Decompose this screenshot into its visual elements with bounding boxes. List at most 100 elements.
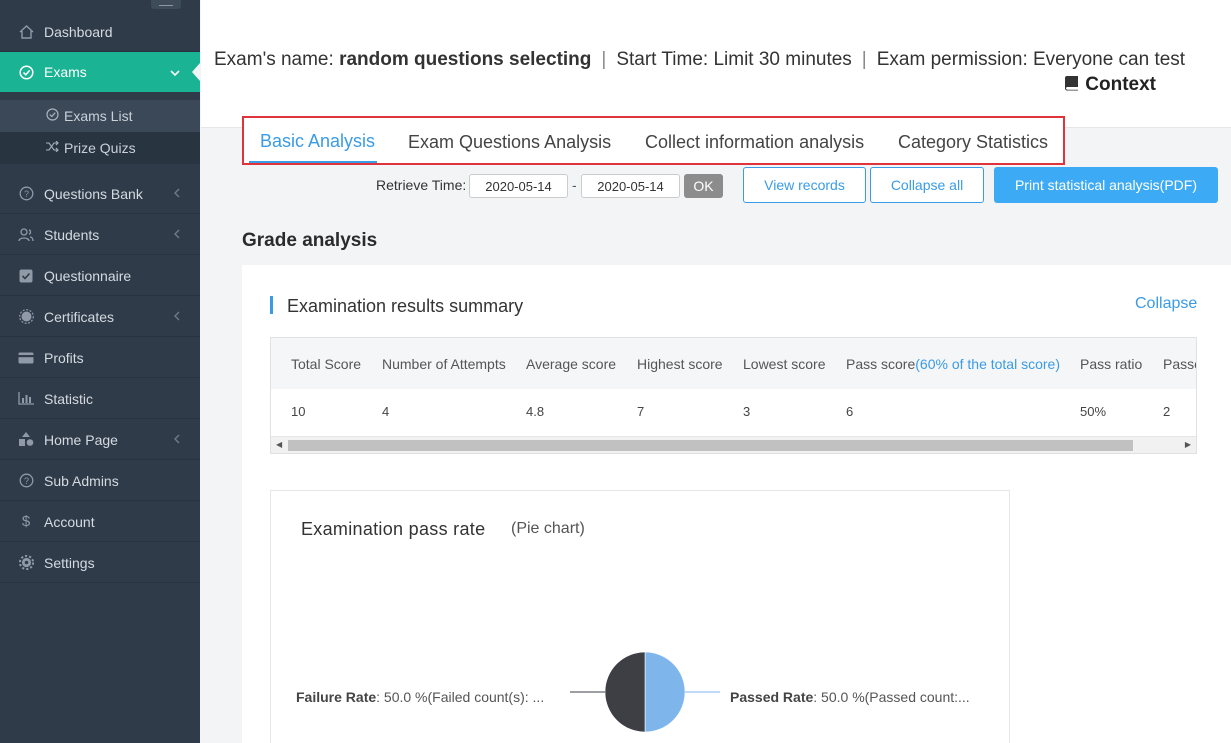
sidebar-toggle-button[interactable] bbox=[151, 0, 181, 9]
exam-start-time: Start Time: Limit 30 minutes bbox=[616, 49, 852, 70]
grade-analysis-title: Grade analysis bbox=[242, 230, 378, 251]
collapse-link[interactable]: Collapse bbox=[1135, 295, 1197, 313]
start-date-input[interactable]: 2020-05-14 bbox=[469, 174, 568, 198]
credit-card-icon bbox=[18, 350, 34, 366]
chevron-left-icon bbox=[173, 227, 180, 242]
separator: | bbox=[861, 49, 867, 70]
users-icon bbox=[18, 227, 34, 243]
sidebar-subitem-exams-list[interactable]: Exams List bbox=[0, 100, 200, 132]
table-cell: 10 bbox=[291, 404, 306, 419]
pass-rate-pie-chart bbox=[570, 651, 720, 733]
analysis-tabs: Basic Analysis Exam Questions Analysis C… bbox=[242, 116, 1065, 165]
dollar-icon: $ bbox=[21, 513, 31, 530]
checkbox-icon bbox=[18, 268, 34, 284]
tab-exam-questions-analysis[interactable]: Exam Questions Analysis bbox=[408, 132, 611, 153]
col-total-score: Total Score bbox=[291, 356, 362, 372]
sidebar-item-profits[interactable]: Profits bbox=[0, 338, 200, 378]
book-icon bbox=[1064, 75, 1079, 96]
sidebar-item-home-page[interactable]: Home Page bbox=[0, 420, 200, 460]
sidebar-subitem-label: Prize Quizs bbox=[64, 140, 136, 156]
sidebar-item-settings[interactable]: Settings bbox=[0, 543, 200, 583]
exam-info: Exam's name: random questions selecting |… bbox=[214, 46, 1189, 74]
col-number-of-attempts: Number of Attempts bbox=[382, 356, 506, 372]
retrieve-time-label: Retrieve Time: bbox=[376, 177, 467, 193]
sidebar-item-label: Certificates bbox=[44, 308, 115, 325]
ok-button[interactable]: OK bbox=[684, 174, 723, 198]
chevron-left-icon bbox=[173, 186, 180, 201]
col-lowest-score: Lowest score bbox=[743, 356, 826, 372]
pie-slice-passed[interactable] bbox=[644, 651, 686, 733]
exam-header: Exam's name: random questions selecting |… bbox=[201, 0, 1231, 128]
sidebar-item-label: Dashboard bbox=[44, 23, 113, 40]
tab-category-statistics[interactable]: Category Statistics bbox=[898, 132, 1048, 153]
table-cell: 7 bbox=[637, 404, 645, 419]
tab-collect-information-analysis[interactable]: Collect information analysis bbox=[645, 132, 864, 153]
date-range-dash: - bbox=[572, 177, 577, 193]
active-tab-indicator bbox=[249, 161, 377, 163]
pie-slice-failed[interactable] bbox=[604, 651, 646, 733]
scroll-right-icon[interactable]: ▶ bbox=[1185, 440, 1191, 449]
context-label: Context bbox=[1085, 74, 1156, 95]
results-summary-title: Examination results summary bbox=[287, 296, 524, 316]
shapes-icon bbox=[18, 432, 34, 448]
table-cell: 4 bbox=[382, 404, 390, 419]
end-date-input[interactable]: 2020-05-14 bbox=[581, 174, 680, 198]
sidebar-item-students[interactable]: Students bbox=[0, 215, 200, 255]
failure-rate-value: : 50.0 %(Failed count(s): ... bbox=[376, 689, 545, 705]
question-circle-icon: ? bbox=[18, 473, 34, 489]
tab-basic-analysis[interactable]: Basic Analysis bbox=[260, 131, 375, 152]
collapse-all-button[interactable]: Collapse all bbox=[870, 167, 984, 203]
sidebar-item-label: Questionnaire bbox=[44, 267, 132, 284]
sidebar-item-statistic[interactable]: Statistic bbox=[0, 379, 200, 419]
scrollbar-thumb[interactable] bbox=[288, 440, 1133, 451]
failure-rate-key: Failure Rate bbox=[296, 689, 377, 705]
passed-rate-label: Passed Rate: 50.0 %(Passed count:... bbox=[730, 689, 970, 705]
chevron-left-icon bbox=[173, 309, 180, 324]
check-circle-icon bbox=[45, 108, 59, 124]
section-accent-bar bbox=[270, 296, 273, 314]
svg-text:?: ? bbox=[23, 189, 28, 199]
separator: | bbox=[601, 49, 607, 70]
pass-score-label: Pass score bbox=[846, 356, 916, 372]
sidebar-item-label: Exams bbox=[44, 64, 87, 80]
sidebar-item-account[interactable]: $ Account bbox=[0, 502, 200, 542]
shuffle-icon bbox=[45, 140, 59, 155]
sidebar-item-label: Sub Admins bbox=[44, 472, 119, 489]
print-pdf-button[interactable]: Print statistical analysis(PDF) bbox=[994, 167, 1218, 203]
sidebar-item-sub-admins[interactable]: ? Sub Admins bbox=[0, 461, 200, 501]
home-icon bbox=[18, 24, 34, 40]
sidebar-item-label: Account bbox=[44, 513, 95, 530]
context-link[interactable]: Context bbox=[1064, 74, 1156, 96]
sidebar-item-exams[interactable]: Exams bbox=[0, 52, 200, 92]
results-table: Total Score Number of Attempts Average s… bbox=[270, 337, 1197, 454]
sidebar: Dashboard Exams Exams List Prize Quizs ?… bbox=[0, 0, 200, 743]
sidebar-item-dashboard[interactable]: Dashboard bbox=[0, 12, 200, 52]
col-pass-ratio: Pass ratio bbox=[1080, 356, 1143, 372]
table-cell: 4.8 bbox=[526, 404, 545, 419]
failure-rate-label: Failure Rate: 50.0 %(Failed count(s): ..… bbox=[296, 689, 544, 705]
pass-score-note: (60% of the total score) bbox=[915, 356, 1060, 372]
chevron-left-icon bbox=[173, 432, 180, 447]
chart-title: Examination pass rate bbox=[301, 519, 486, 539]
sidebar-item-label: Profits bbox=[44, 349, 84, 366]
horizontal-scrollbar[interactable]: ◀ ▶ bbox=[271, 436, 1196, 453]
bar-chart-icon bbox=[18, 391, 34, 407]
sidebar-item-questions-bank[interactable]: ? Questions Bank bbox=[0, 174, 200, 214]
scroll-left-icon[interactable]: ◀ bbox=[276, 440, 282, 449]
sidebar-item-label: Questions Bank bbox=[44, 185, 143, 202]
table-cell: 2 bbox=[1163, 404, 1171, 419]
active-indicator bbox=[192, 63, 200, 81]
exam-name-label: Exam's name: bbox=[214, 49, 340, 70]
sidebar-item-certificates[interactable]: Certificates bbox=[0, 297, 200, 337]
svg-text:?: ? bbox=[23, 476, 28, 486]
table-cell: 3 bbox=[743, 404, 751, 419]
sidebar-item-questionnaire[interactable]: Questionnaire bbox=[0, 256, 200, 296]
sidebar-item-label: Statistic bbox=[44, 390, 94, 407]
certificate-icon bbox=[18, 309, 34, 325]
check-circle-icon bbox=[18, 64, 34, 80]
sidebar-item-label: Students bbox=[44, 226, 100, 243]
col-pass-score: Pass score(60% of the total score) bbox=[846, 356, 1060, 372]
col-average-score: Average score bbox=[526, 356, 617, 372]
view-records-button[interactable]: View records bbox=[743, 167, 866, 203]
sidebar-subitem-prize-quizs[interactable]: Prize Quizs bbox=[0, 132, 200, 164]
